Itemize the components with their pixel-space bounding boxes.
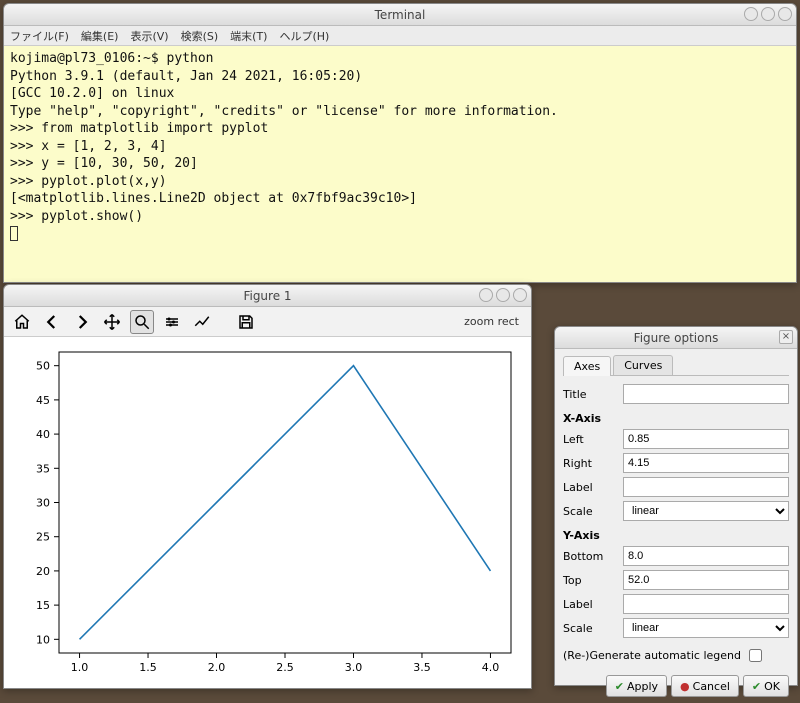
label-title: Title <box>563 388 623 401</box>
minimize-button[interactable] <box>744 7 758 21</box>
label-left: Left <box>563 433 623 446</box>
options-title: Figure options <box>634 331 719 345</box>
label-legend: (Re-)Generate automatic legend <box>563 649 741 662</box>
section-xaxis: X-Axis <box>563 412 789 425</box>
svg-text:25: 25 <box>36 531 50 544</box>
input-y-top[interactable] <box>623 570 789 590</box>
terminal-line: Python 3.9.1 (default, Jan 24 2021, 16:0… <box>10 69 362 84</box>
check-icon: ✔ <box>615 680 624 693</box>
svg-text:10: 10 <box>36 633 50 646</box>
checkbox-legend[interactable] <box>749 649 762 662</box>
menu-terminal[interactable]: 端末(T) <box>230 28 267 44</box>
terminal-line: >>> x = [1, 2, 3, 4] <box>10 139 167 154</box>
svg-text:35: 35 <box>36 462 50 475</box>
terminal-content[interactable]: kojima@pl73_0106:~$ python Python 3.9.1 … <box>4 46 796 282</box>
cancel-button[interactable]: ● Cancel <box>671 675 739 697</box>
terminal-line: >>> y = [10, 30, 50, 20] <box>10 156 198 171</box>
figure-options-button[interactable] <box>190 310 214 334</box>
home-button[interactable] <box>10 310 34 334</box>
back-button[interactable] <box>40 310 64 334</box>
apply-button[interactable]: ✔ Apply <box>606 675 667 697</box>
input-title[interactable] <box>623 384 789 404</box>
terminal-menubar: ファイル(F) 編集(E) 表示(V) 検索(S) 端末(T) ヘルプ(H) <box>4 26 796 46</box>
minimize-button[interactable] <box>479 288 493 302</box>
figure-window: Figure 1 zoom rect 1.0 1.5 2.0 2.5 3.0 3.5 4.0… <box>3 284 532 689</box>
maximize-button[interactable] <box>761 7 775 21</box>
chart-plot: 1.0 1.5 2.0 2.5 3.0 3.5 4.0 10 15 20 25 30 35 40 45 50 <box>4 337 531 688</box>
svg-text:1.5: 1.5 <box>139 661 157 674</box>
options-titlebar[interactable]: Figure options × <box>555 327 797 349</box>
terminal-line: kojima@pl73_0106:~$ python <box>10 51 214 66</box>
terminal-line: >>> pyplot.show() <box>10 209 143 224</box>
pan-button[interactable] <box>100 310 124 334</box>
svg-text:2.0: 2.0 <box>208 661 226 674</box>
input-x-right[interactable] <box>623 453 789 473</box>
terminal-line: Type "help", "copyright", "credits" or "… <box>10 104 558 119</box>
label-bottom: Bottom <box>563 550 623 563</box>
tab-axes[interactable]: Axes <box>563 356 611 376</box>
save-button[interactable] <box>234 310 258 334</box>
maximize-button[interactable] <box>496 288 510 302</box>
svg-text:50: 50 <box>36 360 50 373</box>
figure-canvas[interactable]: 1.0 1.5 2.0 2.5 3.0 3.5 4.0 10 15 20 25 30 35 40 45 50 <box>4 337 531 688</box>
svg-text:3.0: 3.0 <box>345 661 363 674</box>
tab-curves[interactable]: Curves <box>613 355 673 375</box>
label-right: Right <box>563 457 623 470</box>
svg-text:45: 45 <box>36 394 50 407</box>
terminal-line: >>> pyplot.plot(x,y) <box>10 174 167 189</box>
terminal-window: Terminal ファイル(F) 編集(E) 表示(V) 検索(S) 端末(T)… <box>3 3 797 283</box>
select-y-scale[interactable]: linear <box>623 618 789 638</box>
forward-button[interactable] <box>70 310 94 334</box>
label-y-scale: Scale <box>563 622 623 635</box>
svg-text:15: 15 <box>36 599 50 612</box>
menu-search[interactable]: 検索(S) <box>181 28 219 44</box>
svg-text:1.0: 1.0 <box>71 661 89 674</box>
ok-button[interactable]: ✔ OK <box>743 675 789 697</box>
subplots-button[interactable] <box>160 310 184 334</box>
ok-icon: ✔ <box>752 680 761 693</box>
svg-text:2.5: 2.5 <box>276 661 294 674</box>
figure-titlebar[interactable]: Figure 1 <box>4 285 531 307</box>
menu-view[interactable]: 表示(V) <box>130 28 168 44</box>
figure-title: Figure 1 <box>243 289 291 303</box>
close-button[interactable] <box>778 7 792 21</box>
svg-text:30: 30 <box>36 497 50 510</box>
figure-toolbar: zoom rect <box>4 307 531 337</box>
svg-text:20: 20 <box>36 565 50 578</box>
menu-file[interactable]: ファイル(F) <box>10 28 69 44</box>
cancel-icon: ● <box>680 680 690 693</box>
terminal-title: Terminal <box>375 8 426 22</box>
svg-text:40: 40 <box>36 428 50 441</box>
terminal-line: [<matplotlib.lines.Line2D object at 0x7f… <box>10 191 417 206</box>
terminal-line: [GCC 10.2.0] on linux <box>10 86 174 101</box>
terminal-titlebar[interactable]: Terminal <box>4 4 796 26</box>
select-x-scale[interactable]: linear <box>623 501 789 521</box>
label-top: Top <box>563 574 623 587</box>
toolbar-hint: zoom rect <box>464 315 525 328</box>
input-x-left[interactable] <box>623 429 789 449</box>
terminal-cursor <box>10 226 18 241</box>
menu-edit[interactable]: 編集(E) <box>81 28 119 44</box>
label-x-label: Label <box>563 481 623 494</box>
label-y-label: Label <box>563 598 623 611</box>
section-yaxis: Y-Axis <box>563 529 789 542</box>
label-x-scale: Scale <box>563 505 623 518</box>
svg-text:4.0: 4.0 <box>482 661 500 674</box>
svg-text:3.5: 3.5 <box>413 661 431 674</box>
options-tabs: Axes Curves <box>563 355 789 376</box>
input-y-bottom[interactable] <box>623 546 789 566</box>
close-button[interactable] <box>513 288 527 302</box>
input-x-label[interactable] <box>623 477 789 497</box>
zoom-button[interactable] <box>130 310 154 334</box>
figure-options-dialog: Figure options × Axes Curves Title X-Axi… <box>554 326 798 686</box>
menu-help[interactable]: ヘルプ(H) <box>279 28 329 44</box>
input-y-label[interactable] <box>623 594 789 614</box>
terminal-line: >>> from matplotlib import pyplot <box>10 121 268 136</box>
close-icon[interactable]: × <box>779 330 793 344</box>
